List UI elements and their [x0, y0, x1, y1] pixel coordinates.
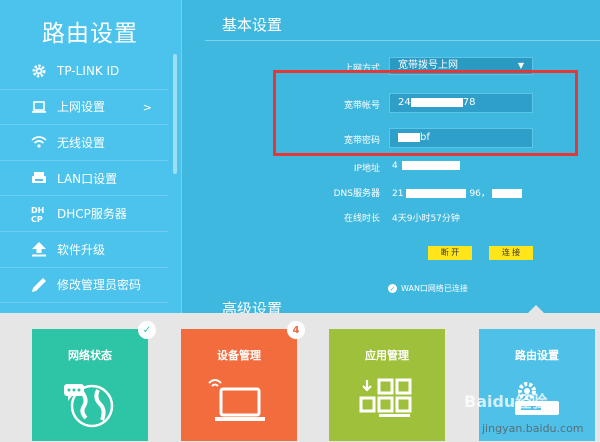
sidebar-item-lan[interactable]: LAN口设置	[0, 161, 168, 197]
chevron-right-icon: >	[142, 100, 152, 114]
tile-label: 应用管理	[365, 349, 409, 362]
dns-prefix: 21	[392, 189, 404, 199]
sidebar-item-upgrade[interactable]: 软件升级	[0, 232, 168, 268]
globe-icon	[32, 371, 148, 433]
sidebar-item-dhcp[interactable]: DH CP DHCP服务器	[0, 196, 168, 232]
count-badge: 4	[287, 321, 305, 339]
wan-status-text: WAN口网络已连接	[401, 284, 468, 293]
sidebar: 路由设置 TP-LINK ID 上网设置 > 无线设置 LAN口设置 DH CP…	[0, 0, 182, 313]
tile-pointer	[528, 305, 544, 313]
wan-status: ✓ WAN口网络已连接	[388, 283, 468, 294]
sidebar-item-label: DHCP服务器	[57, 207, 127, 222]
ip-prefix: 4	[392, 161, 398, 171]
sidebar-scrollbar[interactable]	[173, 54, 177, 174]
watermark-url: jingyan.baidu.com	[482, 422, 584, 435]
disconnect-button[interactable]: 断 开	[428, 246, 472, 260]
svg-text:DH: DH	[31, 206, 44, 215]
tile-network-status[interactable]: ✓ 网络状态	[32, 321, 156, 441]
pencil-icon	[30, 276, 48, 294]
basic-settings-title: 基本设置	[222, 16, 283, 34]
laptop-icon	[181, 371, 297, 433]
svg-text:CP: CP	[31, 215, 43, 223]
tile-label: 设备管理	[217, 349, 261, 362]
sidebar-item-label: 修改管理员密码	[57, 278, 142, 293]
gear-icon	[30, 62, 48, 80]
tile-app-management[interactable]: 应用管理	[329, 329, 445, 441]
uptime-value: 4天9小时57分钟	[392, 214, 460, 224]
sidebar-item-wireless[interactable]: 无线设置	[0, 125, 168, 161]
apps-icon	[329, 371, 445, 433]
masked-region	[491, 189, 522, 198]
sidebar-item-admin-password[interactable]: 修改管理员密码	[0, 268, 168, 304]
sidebar-item-label: 软件升级	[57, 242, 106, 257]
main-panel: 路由设置 TP-LINK ID 上网设置 > 无线设置 LAN口设置 DH CP…	[0, 0, 600, 318]
tile-device-management[interactable]: 4 设备管理	[181, 321, 305, 441]
connect-button[interactable]: 连 接	[489, 246, 533, 260]
router-icon	[30, 169, 48, 187]
sidebar-item-label: LAN口设置	[57, 171, 118, 186]
sidebar-item-tplink-id[interactable]: TP-LINK ID	[0, 54, 168, 90]
masked-region	[406, 189, 467, 198]
masked-region	[401, 161, 460, 170]
dns-mid: 96，	[469, 189, 490, 199]
sidebar-item-label: 上网设置	[57, 100, 106, 115]
ip-label: IP地址	[353, 164, 380, 174]
sidebar-item-label: 无线设置	[57, 135, 106, 150]
watermark-logo: Baidu经验	[464, 392, 548, 411]
sidebar-item-internet[interactable]: 上网设置 >	[0, 90, 168, 126]
check-icon: ✓	[388, 284, 397, 293]
sidebar-title: 路由设置	[42, 21, 138, 47]
ip-value: 4	[392, 161, 460, 171]
highlight-box	[273, 70, 578, 156]
upload-icon	[30, 240, 48, 258]
dhcp-icon: DH CP	[30, 205, 48, 223]
uptime-label: 在线时长	[343, 214, 380, 224]
sidebar-list: TP-LINK ID 上网设置 > 无线设置 LAN口设置 DH CP DHCP…	[0, 54, 168, 304]
sidebar-item-label: TP-LINK ID	[57, 64, 120, 79]
dns-label: DNS服务器	[333, 189, 380, 199]
tile-label: 路由设置	[515, 349, 559, 362]
divider	[205, 40, 600, 41]
wifi-icon	[30, 133, 48, 151]
tile-label: 网络状态	[68, 349, 112, 362]
dns-value: 21 96，	[392, 186, 522, 199]
laptop-icon	[30, 98, 48, 116]
check-badge: ✓	[138, 321, 156, 339]
